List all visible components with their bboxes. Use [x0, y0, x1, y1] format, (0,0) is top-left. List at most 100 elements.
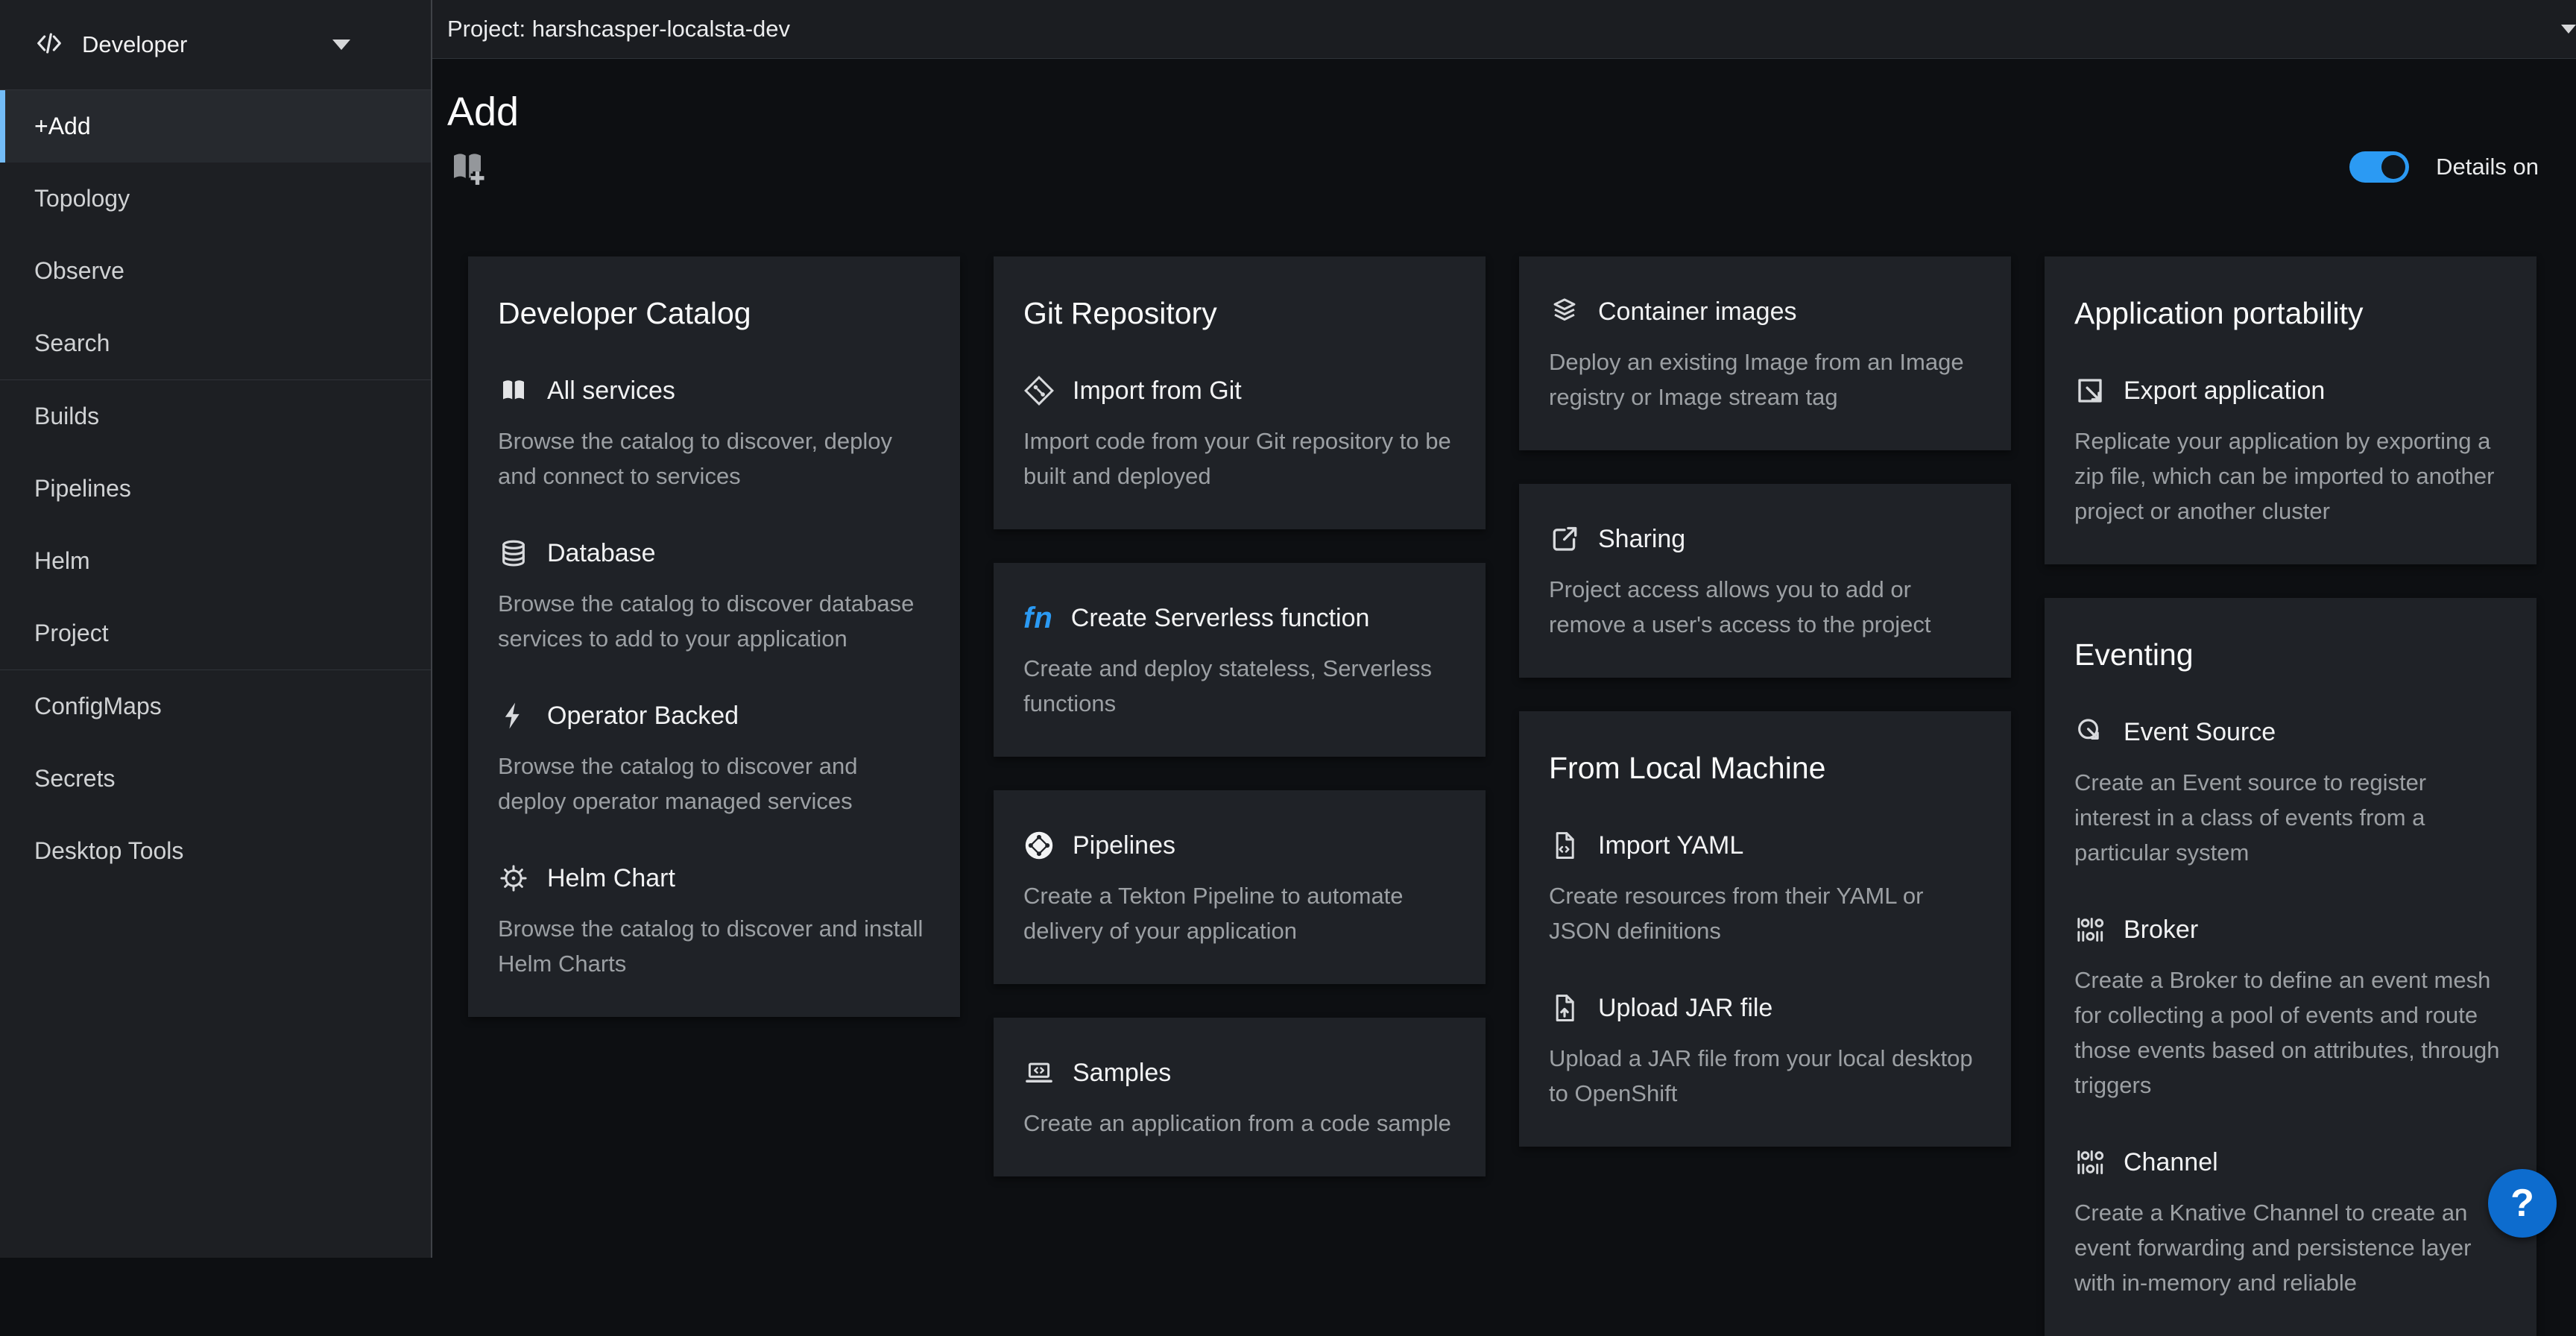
pipelines-link[interactable]: Pipelines	[1023, 829, 1456, 862]
page-header: Add Details on	[447, 89, 2539, 188]
add-flow-create-serverless-function: fn Create Serverless function Create and…	[1023, 602, 1456, 721]
sidebar-item-label: Secrets	[34, 765, 115, 793]
add-flow-event-source: Event Source Create an Event source to r…	[2074, 716, 2507, 870]
sidebar-item-label: Builds	[34, 403, 99, 430]
sidebar-item-pipelines[interactable]: Pipelines	[0, 453, 431, 525]
card-developer-catalog: Developer Catalog All services Browse th…	[468, 256, 960, 1017]
helm-icon	[498, 863, 529, 894]
pipelines-icon	[1023, 830, 1055, 861]
add-flow-helm-chart: Helm Chart Browse the catalog to discove…	[498, 862, 930, 981]
catalog-book-icon	[498, 375, 529, 406]
sidebar-item-add[interactable]: +Add	[0, 90, 431, 163]
cards-column-4: Application portability Export applicati…	[2045, 256, 2536, 1336]
item-description: Deploy an existing Image from an Image r…	[1549, 344, 1981, 415]
item-label: Database	[547, 537, 656, 570]
add-flow-import-from-git: Import from Git Import code from your Gi…	[1023, 374, 1456, 494]
toggle-knob	[2381, 155, 2405, 179]
add-flow-all-services: All services Browse the catalog to disco…	[498, 374, 930, 494]
sidebar-item-desktop-tools[interactable]: Desktop Tools	[0, 815, 431, 887]
upload-file-icon	[1549, 992, 1580, 1024]
sidebar-item-label: ConfigMaps	[34, 693, 162, 720]
sidebar-item-secrets[interactable]: Secrets	[0, 743, 431, 815]
card-sharing: Sharing Project access allows you to add…	[1519, 484, 2011, 678]
operator-backed-link[interactable]: Operator Backed	[498, 699, 930, 732]
add-flow-import-yaml: Import YAML Create resources from their …	[1549, 829, 1981, 948]
item-description: Project access allows you to add or remo…	[1549, 572, 1981, 642]
share-icon	[1549, 523, 1580, 555]
item-description: Browse the catalog to discover, deploy a…	[498, 423, 930, 494]
sidebar-item-configmaps[interactable]: ConfigMaps	[0, 670, 431, 743]
sidebar-item-builds[interactable]: Builds	[0, 380, 431, 453]
help-button[interactable]: ?	[2488, 1169, 2557, 1238]
item-label: Upload JAR file	[1598, 992, 1772, 1024]
broker-binary-icon	[2074, 914, 2106, 945]
item-description: Upload a JAR file from your local deskto…	[1549, 1041, 1981, 1111]
add-flow-pipelines: Pipelines Create a Tekton Pipeline to au…	[1023, 829, 1456, 948]
item-label: Samples	[1073, 1056, 1171, 1089]
add-cards-grid: Developer Catalog All services Browse th…	[468, 256, 2539, 1336]
card-samples: Samples Create an application from a cod…	[994, 1018, 1486, 1176]
nav-group-main: +Add Topology Observe Search	[0, 89, 431, 379]
details-toggle[interactable]	[2349, 151, 2409, 183]
serverless-fn-icon: fn	[1023, 602, 1053, 634]
event-source-link[interactable]: Event Source	[2074, 716, 2507, 749]
card-from-local-machine: From Local Machine Import YAML Create re	[1519, 711, 2011, 1147]
all-services-link[interactable]: All services	[498, 374, 930, 407]
item-label: Event Source	[2124, 716, 2276, 749]
card-pipelines: Pipelines Create a Tekton Pipeline to au…	[994, 790, 1486, 984]
context-topbar: Project: harshcasper-localsta-dev	[432, 0, 2576, 59]
sidebar-item-project[interactable]: Project	[0, 597, 431, 669]
item-description: Create a Knative Channel to create an ev…	[2074, 1195, 2507, 1300]
item-label: Import YAML	[1598, 829, 1743, 862]
channel-link[interactable]: Channel	[2074, 1146, 2507, 1179]
broker-link[interactable]: Broker	[2074, 913, 2507, 946]
code-icon	[34, 28, 64, 62]
upload-jar-link[interactable]: Upload JAR file	[1549, 992, 1981, 1024]
export-application-link[interactable]: Export application	[2074, 374, 2507, 407]
add-flow-broker: Broker Create a Broker to define an even…	[2074, 913, 2507, 1103]
sidebar-item-label: Project	[34, 620, 109, 647]
sidebar-item-helm[interactable]: Helm	[0, 525, 431, 597]
card-title: Eventing	[2074, 637, 2507, 672]
card-git-repository: Git Repository Import from Git	[994, 256, 1486, 529]
item-description: Browse the catalog to discover and insta…	[498, 911, 930, 981]
sidebar-item-label: +Add	[34, 113, 91, 140]
create-serverless-function-link[interactable]: fn Create Serverless function	[1023, 602, 1456, 634]
page-title: Add	[447, 89, 2539, 134]
item-description: Import code from your Git repository to …	[1023, 423, 1456, 494]
item-label: Channel	[2124, 1146, 2218, 1179]
sharing-link[interactable]: Sharing	[1549, 523, 1981, 555]
card-container-images: Container images Deploy an existing Imag…	[1519, 256, 2011, 450]
item-label: Export application	[2124, 374, 2325, 407]
card-title: Application portability	[2074, 295, 2507, 331]
sidebar-item-label: Topology	[34, 185, 130, 212]
container-images-link[interactable]: Container images	[1549, 295, 1981, 328]
sidebar-item-observe[interactable]: Observe	[0, 235, 431, 307]
card-serverless-function: fn Create Serverless function Create and…	[994, 563, 1486, 757]
chevron-down-icon	[332, 40, 350, 50]
project-selector[interactable]: Project: harshcasper-localsta-dev	[447, 16, 790, 42]
import-from-git-link[interactable]: Import from Git	[1023, 374, 1456, 407]
item-description: Create an application from a code sample	[1023, 1106, 1456, 1141]
item-label: All services	[547, 374, 675, 407]
import-yaml-link[interactable]: Import YAML	[1549, 829, 1981, 862]
helm-chart-link[interactable]: Helm Chart	[498, 862, 930, 895]
item-description: Browse the catalog to discover and deplo…	[498, 749, 930, 819]
add-page: Add Details on Developer Catal	[432, 60, 2576, 1258]
yaml-file-icon	[1549, 830, 1580, 861]
details-toggle-cluster: Details on	[2349, 151, 2539, 183]
item-description: Create a Tekton Pipeline to automate del…	[1023, 878, 1456, 948]
samples-icon	[1023, 1057, 1055, 1088]
perspective-switcher[interactable]: Developer	[0, 0, 350, 89]
add-flow-export-application: Export application Replicate your applic…	[2074, 374, 2507, 529]
samples-link[interactable]: Samples	[1023, 1056, 1456, 1089]
sidebar-item-search[interactable]: Search	[0, 307, 431, 379]
database-icon	[498, 538, 529, 569]
item-label: Operator Backed	[547, 699, 739, 732]
sidebar-item-topology[interactable]: Topology	[0, 163, 431, 235]
item-description: Replicate your application by exporting …	[2074, 423, 2507, 529]
git-icon	[1023, 375, 1055, 406]
chevron-down-icon[interactable]	[2561, 25, 2576, 34]
database-link[interactable]: Database	[498, 537, 930, 570]
item-label: Container images	[1598, 295, 1796, 328]
